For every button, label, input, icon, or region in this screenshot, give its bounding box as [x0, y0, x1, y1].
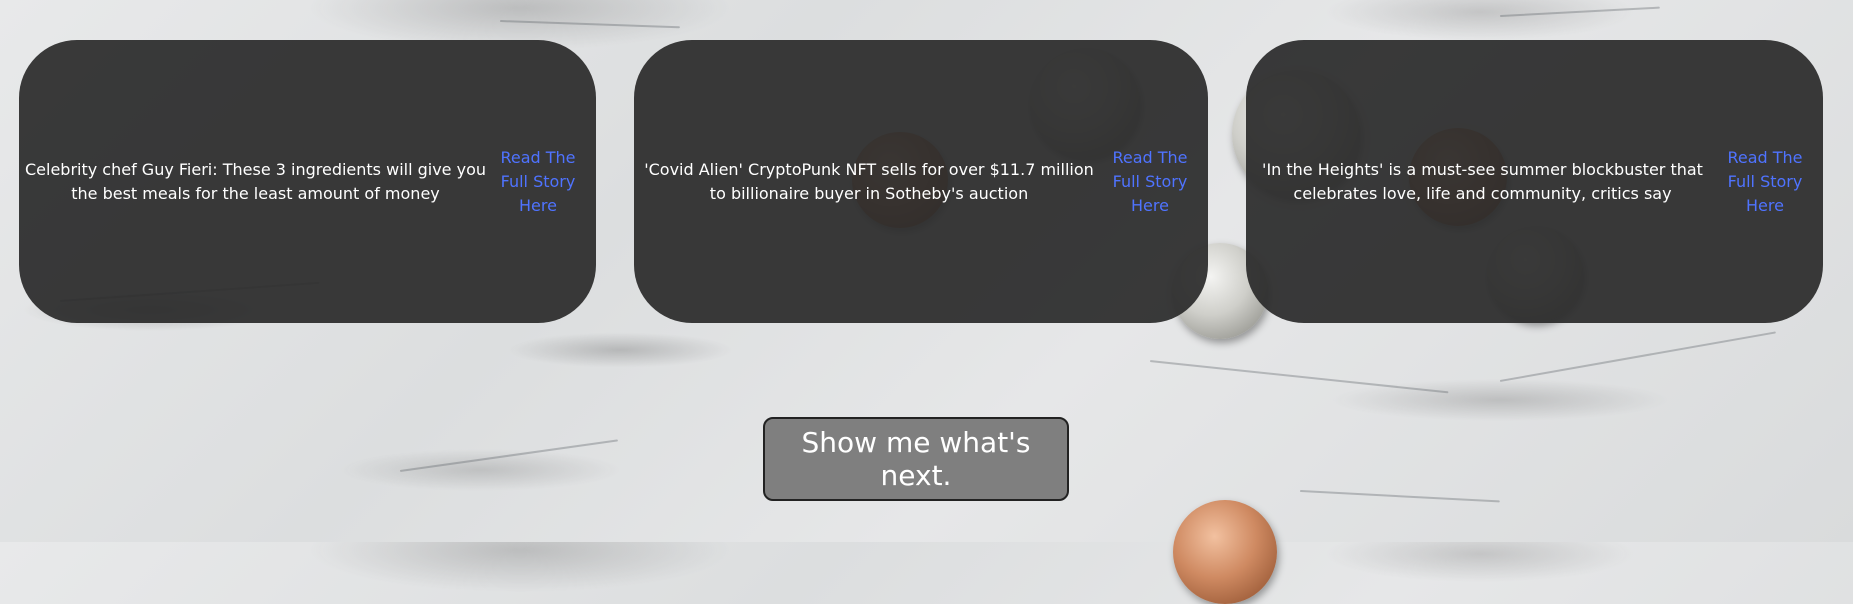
news-card-title: 'Covid Alien' CryptoPunk NFT sells for o… — [644, 159, 1094, 203]
marble-vein — [1499, 331, 1776, 382]
news-card-title: Celebrity chef Guy Fieri: These 3 ingred… — [24, 159, 487, 203]
marble-vein — [1149, 360, 1449, 394]
coin-image — [1173, 500, 1277, 604]
news-card: 'In the Heights' is a must-see summer bl… — [1246, 40, 1823, 323]
news-card-list: Celebrity chef Guy Fieri: These 3 ingred… — [0, 0, 1853, 330]
read-full-story-link[interactable]: Read The Full Story Here — [1100, 146, 1200, 218]
news-card-title: 'In the Heights' is a must-see summer bl… — [1262, 159, 1703, 203]
news-card: Celebrity chef Guy Fieri: These 3 ingred… — [19, 40, 596, 323]
marble-vein — [1299, 490, 1500, 503]
read-full-story-link[interactable]: Read The Full Story Here — [1715, 146, 1815, 218]
read-full-story-link[interactable]: Read The Full Story Here — [488, 146, 588, 218]
news-card: 'Covid Alien' CryptoPunk NFT sells for o… — [634, 40, 1208, 323]
marble-vein — [399, 439, 618, 472]
show-next-button[interactable]: Show me what's next. — [763, 417, 1069, 501]
